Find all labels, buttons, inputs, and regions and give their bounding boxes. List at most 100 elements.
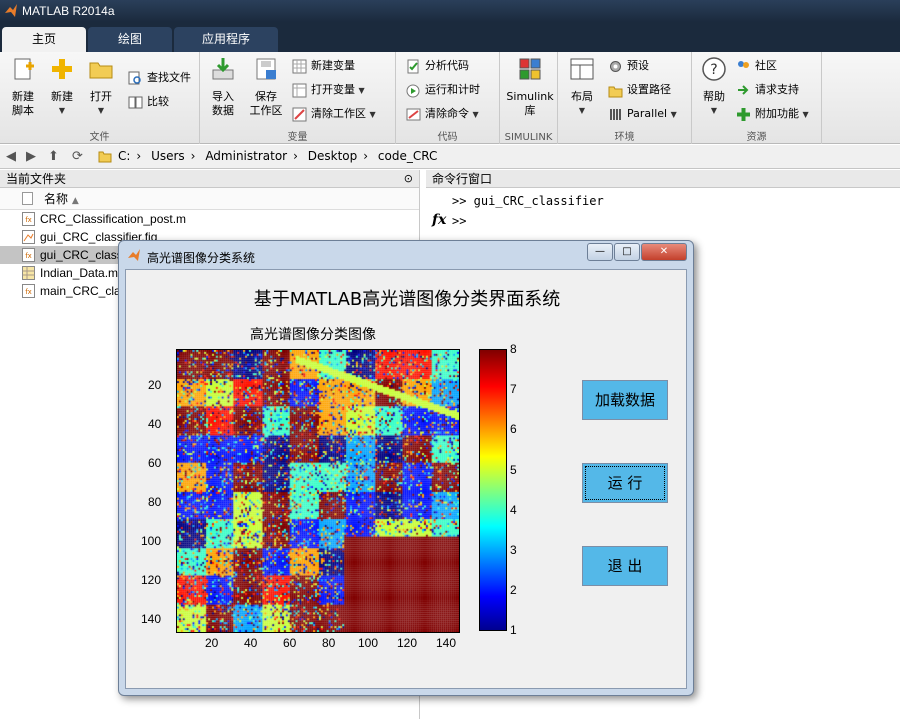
layout-button[interactable]: 布局 ▼ [564,56,600,118]
svg-text:fx: fx [25,252,32,260]
breadcrumb-item[interactable]: Administrator [205,149,287,163]
browse-folder-icon[interactable]: ⟳ [72,149,83,164]
tab-plots[interactable]: 绘图 [88,27,172,52]
new-script-button[interactable]: 新建 脚本 [4,56,42,118]
colorbar-tick: 5 [510,463,517,477]
sort-ascending-icon: ▲ [71,196,79,206]
clear-workspace-button[interactable]: 清除工作区 ▼ [292,104,376,124]
compare-icon [128,96,143,108]
file-name: Indian_Data.mat [40,266,129,280]
name-column-header[interactable]: 名称 ▲ [0,188,419,210]
run-button[interactable]: 运 行 [582,463,668,503]
command-window-header: 命令行窗口 [426,170,900,188]
chevron-right-icon: › [136,149,142,163]
group-code-label: 代码 [437,132,458,143]
breadcrumb-item[interactable]: C: [118,149,130,163]
preferences-button[interactable]: 预设 [608,56,649,76]
support-icon [738,84,749,95]
chevron-down-icon: ▼ [670,110,677,119]
new-variable-label: 新建变量 [311,59,355,72]
back-icon[interactable]: ◀ [6,149,16,164]
request-support-button[interactable]: 请求支持 [736,80,799,100]
simulink-icon [519,58,541,80]
breadcrumb-item[interactable]: Desktop [308,149,358,163]
classification-map [176,349,460,633]
up-folder-icon[interactable]: ⬆ [48,149,59,164]
group-code: 分析代码 运行和计时 清除命令 ▼ 代码 [396,52,500,144]
load-data-button[interactable]: 加载数据 [582,380,668,420]
forward-icon[interactable]: ▶ [26,149,36,164]
group-variable: 导入 数据 保存 工作区 新建变量 打开变量 ▼ 清除工作区 ▼ 变量 [200,52,396,144]
help-button[interactable]: ? 帮助 ▼ [696,56,732,118]
add-ons-button[interactable]: 附加功能 ▼ [736,104,809,124]
file-row[interactable]: fx CRC_Classification_post.m [0,210,419,228]
fx-icon[interactable]: fx [432,212,446,228]
mat-file-icon [22,266,35,280]
clear-workspace-label: 清除工作区 [311,107,366,120]
chevron-down-icon: ▼ [358,86,365,95]
colorbar-tick: 6 [510,422,517,436]
group-simulink: Simulink 库 SIMULINK [500,52,558,144]
add-ons-icon [737,107,750,121]
breadcrumb-item[interactable]: code_CRC [378,149,437,163]
window-title: MATLAB R2014a [22,4,115,18]
exit-button[interactable]: 退 出 [582,546,668,586]
analyze-code-icon [407,59,419,73]
m-file-icon: fx [22,284,35,298]
set-path-label: 设置路径 [627,83,671,96]
x-tick: 20 [205,636,219,650]
x-tick: 100 [358,636,379,650]
current-folder-title: 当前文件夹 [6,172,67,186]
compare-button[interactable]: 比较 [128,92,169,112]
folder-icon [89,62,113,79]
chevron-down-icon: ▼ [578,106,586,115]
clear-commands-button[interactable]: 清除命令 ▼ [406,104,479,124]
title-bar: MATLAB R2014a [0,0,900,22]
open-variable-label: 打开变量 [311,83,355,96]
panel-menu-icon[interactable]: ⊙ [404,170,413,188]
tab-home[interactable]: 主页 [2,27,86,52]
m-file-icon: fx [22,212,35,226]
gear-icon [610,60,621,72]
simulink-library-button[interactable]: Simulink 库 [504,56,556,118]
open-button[interactable]: 打开 ▼ [84,56,118,118]
set-path-button[interactable]: 设置路径 [608,80,671,100]
analyze-code-button[interactable]: 分析代码 [406,56,469,76]
command-prompt[interactable]: >> [452,214,466,228]
file-name: CRC_Classification_post.m [40,212,187,226]
chevron-right-icon: › [293,149,298,163]
compare-label: 比较 [147,95,169,108]
run-and-time-button[interactable]: 运行和计时 [406,80,480,100]
y-tick: 100 [141,534,162,548]
community-label: 社区 [755,59,777,72]
group-environment-label: 环境 [614,132,635,143]
minimize-button[interactable]: — [587,243,613,261]
dialog-title: 高光谱图像分类系统 [147,251,256,265]
add-ons-label: 附加功能 [755,107,799,120]
find-files-button[interactable]: 查找文件 [128,68,191,88]
maximize-button[interactable]: □ [614,243,640,261]
save-workspace-button[interactable]: 保存 工作区 [246,56,286,118]
y-tick: 140 [141,612,162,626]
set-path-icon [608,86,623,97]
new-button[interactable]: 新建 ▼ [46,56,78,118]
y-tick: 60 [148,456,162,470]
tab-apps[interactable]: 应用程序 [174,27,278,52]
open-variable-button[interactable]: 打开变量 ▼ [292,80,365,100]
community-button[interactable]: 社区 [736,56,777,76]
fig-file-icon [22,230,35,244]
dialog-heading: 基于MATLAB高光谱图像分类界面系统 [253,289,561,310]
parallel-button[interactable]: Parallel ▼ [608,104,677,124]
y-tick: 20 [148,378,162,392]
request-support-label: 请求支持 [755,83,799,96]
x-tick: 120 [397,636,418,650]
x-tick: 40 [244,636,258,650]
chevron-down-icon: ▼ [369,110,376,119]
close-button[interactable]: ✕ [641,243,687,261]
ribbon: 新建 脚本 新建 ▼ 打开 ▼ 查找文件 比较 文件 导入 数据 保存 工作区 [0,52,900,144]
new-variable-button[interactable]: 新建变量 [292,56,355,76]
chevron-right-icon: › [190,149,196,163]
breadcrumb-item[interactable]: Users [151,149,185,163]
colorbar-tick: 1 [510,623,517,637]
import-data-button[interactable]: 导入 数据 [204,56,242,118]
